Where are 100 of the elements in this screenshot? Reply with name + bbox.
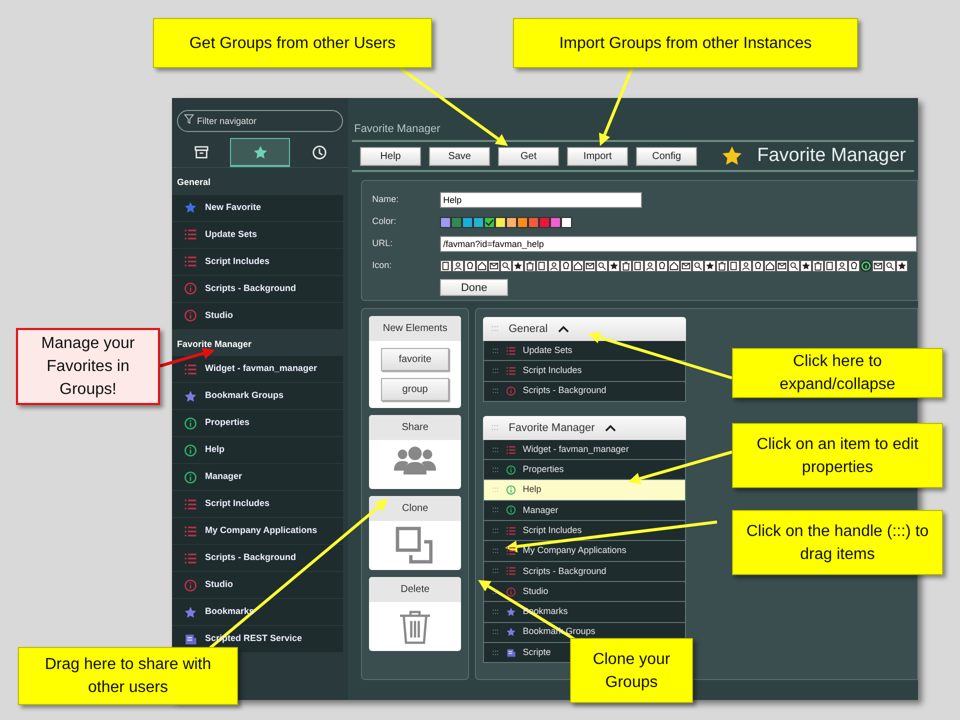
icon-option[interactable] (836, 260, 848, 272)
drag-handle[interactable]: ::: (492, 444, 499, 456)
drag-handle[interactable]: ::: (492, 464, 499, 476)
color-swatch[interactable] (506, 216, 518, 228)
icon-option[interactable] (680, 260, 692, 272)
color-swatch[interactable] (495, 216, 506, 228)
navigator-item[interactable]: Script Includes (172, 491, 344, 518)
icon-option[interactable] (824, 260, 836, 272)
group-item[interactable]: ::: Properties (483, 460, 686, 480)
caret-up-icon[interactable] (558, 325, 569, 333)
color-swatch[interactable] (473, 216, 484, 228)
drag-handle[interactable]: ::: (492, 344, 499, 357)
navigator-item[interactable]: Scripts - Background (172, 276, 344, 302)
new-element-button[interactable]: group (381, 378, 450, 401)
navigator-item[interactable]: Studio (172, 302, 344, 330)
filter-field[interactable]: Filter navigator (177, 110, 344, 132)
drag-handle[interactable]: ::: (492, 606, 499, 618)
icon-option[interactable] (716, 260, 728, 272)
icon-option[interactable] (644, 260, 656, 272)
icon-option[interactable] (872, 260, 884, 272)
drag-handle[interactable]: ::: (492, 504, 499, 516)
color-swatch[interactable] (561, 216, 572, 228)
group-item[interactable]: ::: Update Sets (483, 341, 686, 362)
icon-option[interactable] (668, 260, 680, 272)
navigator-item[interactable]: Studio (172, 572, 344, 599)
drag-handle[interactable]: ::: (492, 545, 499, 558)
icon-option[interactable] (632, 260, 644, 272)
drag-handle[interactable]: ::: (492, 524, 499, 537)
icon-option[interactable] (464, 260, 476, 272)
drag-handle[interactable]: ::: (492, 364, 499, 377)
icon-option[interactable] (500, 260, 512, 272)
new-element-button[interactable]: favorite (381, 348, 450, 371)
navigator-item[interactable]: Bookmark Groups (172, 383, 344, 410)
navigator-tab[interactable] (230, 138, 290, 167)
drop-zone[interactable]: Delete (369, 577, 462, 651)
color-swatch[interactable] (484, 216, 496, 228)
icon-option[interactable] (764, 260, 776, 272)
group-item[interactable]: ::: Manager (483, 500, 686, 522)
icon-option[interactable] (584, 260, 596, 272)
toolbar-button[interactable]: Config (636, 146, 698, 166)
icon-option[interactable] (740, 260, 752, 272)
drop-zone[interactable]: Clone (369, 496, 462, 570)
color-swatch[interactable] (440, 216, 452, 228)
toolbar-button[interactable]: Save (429, 146, 490, 166)
icon-option[interactable] (512, 260, 524, 272)
navigator-item[interactable]: Manager (172, 464, 344, 491)
color-swatch[interactable] (539, 216, 550, 228)
color-swatch[interactable] (517, 216, 528, 228)
navigator-item[interactable]: Properties (172, 410, 344, 437)
group-item[interactable]: ::: Scripts - Background (483, 382, 686, 402)
navigator-item[interactable]: Help (172, 437, 344, 464)
icon-option[interactable] (572, 260, 584, 272)
name-field[interactable]: Help (440, 192, 642, 208)
toolbar-button[interactable]: Get (498, 146, 560, 166)
group-item[interactable]: ::: Script Includes (483, 521, 686, 542)
group-item[interactable]: ::: Scripts - Background (483, 562, 686, 582)
icon-option[interactable] (608, 260, 620, 272)
icon-option[interactable] (548, 260, 560, 272)
drag-handle[interactable]: ::: (492, 626, 499, 638)
navigator-item[interactable]: Scripts - Background (172, 545, 344, 572)
caret-up-icon[interactable] (604, 424, 616, 432)
url-field[interactable]: /favman?id=favman_help (440, 236, 917, 252)
group-item[interactable]: ::: Help (483, 480, 686, 501)
icon-option[interactable] (656, 260, 668, 272)
icon-option[interactable] (476, 260, 488, 272)
color-swatch[interactable] (528, 216, 540, 228)
drag-handle[interactable]: ::: (492, 646, 499, 658)
icon-option[interactable] (812, 260, 824, 272)
icon-option[interactable] (452, 260, 464, 272)
group-item[interactable]: ::: Widget - favman_manager (483, 440, 686, 460)
group-item[interactable]: ::: My Company Applications (483, 541, 686, 562)
navigator-item[interactable]: Update Sets (172, 222, 344, 248)
navigator-item[interactable]: Script Includes (172, 248, 344, 276)
icon-option[interactable] (788, 260, 800, 272)
navigator-item[interactable]: Widget - favman_manager (172, 356, 344, 383)
icon-option[interactable] (848, 260, 860, 272)
icon-option[interactable] (692, 260, 704, 272)
icon-option[interactable] (488, 260, 500, 272)
icon-option[interactable] (704, 260, 716, 272)
icon-option[interactable] (896, 260, 908, 272)
toolbar-button[interactable]: Import (567, 146, 628, 166)
toolbar-button[interactable]: Help (360, 146, 422, 166)
navigator-item[interactable]: New Favorite (172, 194, 344, 222)
icon-option[interactable] (440, 260, 452, 272)
icon-option[interactable] (752, 260, 764, 272)
icon-option[interactable] (560, 260, 572, 272)
icon-option[interactable] (536, 260, 548, 272)
icon-option[interactable] (728, 260, 740, 272)
group-header[interactable]: ::: Favorite Manager (483, 416, 686, 440)
group-item[interactable]: ::: Script Includes (483, 361, 686, 382)
color-swatch[interactable] (451, 216, 462, 228)
drag-handle[interactable]: ::: (492, 565, 499, 578)
icon-option[interactable] (524, 260, 536, 272)
color-swatch[interactable] (550, 216, 562, 228)
drop-zone[interactable]: Share (369, 415, 462, 489)
group-header[interactable]: ::: General (483, 317, 686, 341)
icon-option[interactable] (776, 260, 788, 272)
icon-option[interactable] (800, 260, 812, 272)
drag-handle[interactable]: ::: (492, 385, 499, 398)
icon-option[interactable] (596, 260, 608, 272)
